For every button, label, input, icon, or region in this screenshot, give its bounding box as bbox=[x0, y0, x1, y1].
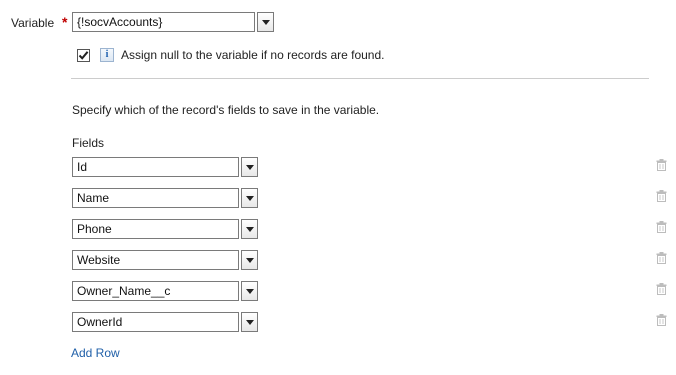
trash-icon[interactable] bbox=[656, 221, 667, 233]
field-input[interactable]: OwnerId bbox=[72, 312, 239, 332]
divider bbox=[71, 78, 649, 79]
required-indicator: * bbox=[62, 14, 68, 30]
field-dropdown-button[interactable] bbox=[241, 157, 258, 177]
trash-icon[interactable] bbox=[656, 190, 667, 202]
field-combobox-owner-name[interactable]: Owner_Name__c bbox=[72, 281, 258, 301]
chevron-down-icon bbox=[245, 164, 254, 170]
chevron-down-icon bbox=[261, 19, 270, 25]
assign-null-label: Assign null to the variable if no record… bbox=[121, 48, 385, 62]
chevron-down-icon bbox=[245, 226, 254, 232]
field-dropdown-button[interactable] bbox=[241, 219, 258, 239]
variable-input[interactable]: {!socvAccounts} bbox=[72, 12, 255, 32]
fields-heading: Fields bbox=[72, 136, 105, 150]
field-combobox-ownerid[interactable]: OwnerId bbox=[72, 312, 258, 332]
field-input[interactable]: Name bbox=[72, 188, 239, 208]
field-combobox-name[interactable]: Name bbox=[72, 188, 258, 208]
chevron-down-icon bbox=[245, 319, 254, 325]
field-dropdown-button[interactable] bbox=[241, 281, 258, 301]
chevron-down-icon bbox=[245, 288, 254, 294]
add-row-link[interactable]: Add Row bbox=[71, 346, 120, 360]
field-input[interactable]: Owner_Name__c bbox=[72, 281, 239, 301]
field-dropdown-button[interactable] bbox=[241, 312, 258, 332]
variable-dropdown-button[interactable] bbox=[257, 12, 274, 32]
variable-label: Variable bbox=[11, 16, 55, 30]
chevron-down-icon bbox=[245, 195, 254, 201]
checkmark-icon bbox=[78, 51, 89, 60]
field-dropdown-button[interactable] bbox=[241, 188, 258, 208]
info-icon: i bbox=[100, 48, 114, 62]
field-input[interactable]: Phone bbox=[72, 219, 239, 239]
field-input[interactable]: Website bbox=[72, 250, 239, 270]
chevron-down-icon bbox=[245, 257, 254, 263]
trash-icon[interactable] bbox=[656, 283, 667, 295]
variable-combobox[interactable]: {!socvAccounts} bbox=[72, 12, 274, 32]
field-combobox-id[interactable]: Id bbox=[72, 157, 258, 177]
trash-icon[interactable] bbox=[656, 314, 667, 326]
instructions-text: Specify which of the record's fields to … bbox=[72, 103, 380, 117]
field-input[interactable]: Id bbox=[72, 157, 239, 177]
field-dropdown-button[interactable] bbox=[241, 250, 258, 270]
trash-icon[interactable] bbox=[656, 252, 667, 264]
assign-null-checkbox[interactable] bbox=[77, 49, 90, 62]
field-combobox-website[interactable]: Website bbox=[72, 250, 258, 270]
field-combobox-phone[interactable]: Phone bbox=[72, 219, 258, 239]
trash-icon[interactable] bbox=[656, 159, 667, 171]
